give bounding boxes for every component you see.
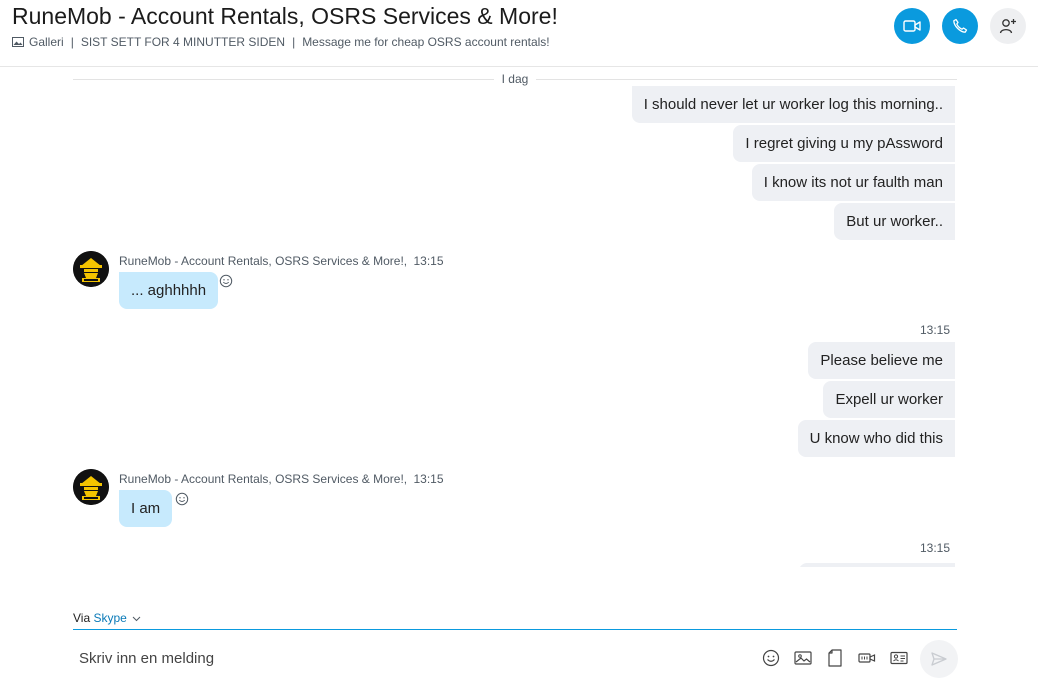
conversation-title[interactable]: RuneMob - Account Rentals, OSRS Services… bbox=[12, 3, 558, 30]
add-person-icon bbox=[999, 19, 1016, 34]
add-reaction-icon[interactable] bbox=[175, 492, 189, 506]
contact-avatar[interactable] bbox=[73, 469, 109, 505]
message-time: 13:15 bbox=[919, 541, 950, 555]
video-camera-icon bbox=[903, 20, 921, 32]
separator: | bbox=[292, 35, 296, 49]
outgoing-message[interactable] bbox=[799, 563, 955, 567]
file-icon bbox=[828, 649, 842, 667]
outgoing-message[interactable]: U know who did this bbox=[797, 420, 955, 457]
video-message-icon bbox=[858, 653, 876, 663]
message-meta: RuneMob - Account Rentals, OSRS Services… bbox=[119, 254, 444, 268]
add-participant-button[interactable] bbox=[990, 8, 1026, 44]
contact-card-icon bbox=[890, 651, 908, 665]
send-contact-button[interactable] bbox=[889, 648, 909, 668]
audio-call-button[interactable] bbox=[942, 8, 978, 44]
message-history[interactable]: I dag I should never let ur worker log t… bbox=[0, 67, 1038, 567]
send-button[interactable] bbox=[920, 640, 958, 678]
separator: | bbox=[70, 35, 74, 49]
composer-divider bbox=[73, 629, 957, 630]
gallery-icon bbox=[12, 37, 24, 47]
outgoing-message[interactable]: I know its not ur faulth man bbox=[751, 164, 955, 201]
outgoing-message[interactable]: I should never let ur worker log this mo… bbox=[631, 86, 955, 123]
runemob-logo-icon bbox=[73, 251, 109, 287]
last-seen-status: SIST SETT FOR 4 MINUTTER SIDEN bbox=[80, 35, 286, 49]
conversation-header: RuneMob - Account Rentals, OSRS Services… bbox=[0, 0, 1038, 67]
gallery-link[interactable]: Galleri bbox=[12, 35, 64, 49]
outgoing-message[interactable]: Expell ur worker bbox=[823, 381, 955, 418]
conversation-subline: Galleri | SIST SETT FOR 4 MINUTTER SIDEN… bbox=[12, 35, 550, 49]
contact-avatar[interactable] bbox=[73, 251, 109, 287]
image-icon bbox=[794, 651, 812, 665]
day-label: I dag bbox=[0, 72, 1030, 86]
runemob-logo-icon bbox=[73, 469, 109, 505]
message-meta: RuneMob - Account Rentals, OSRS Services… bbox=[119, 472, 444, 486]
phone-icon bbox=[953, 18, 968, 33]
incoming-message[interactable]: I am bbox=[119, 490, 173, 527]
incoming-message[interactable]: ... aghhhhh bbox=[119, 272, 219, 309]
send-icon bbox=[931, 652, 947, 666]
smiley-icon bbox=[762, 649, 780, 667]
via-service[interactable]: Skype bbox=[93, 611, 126, 625]
sender-name[interactable]: RuneMob - Account Rentals, OSRS Services… bbox=[119, 254, 407, 268]
send-image-button[interactable] bbox=[793, 648, 813, 668]
video-message-button[interactable] bbox=[857, 648, 877, 668]
message-time: 13:15 bbox=[413, 472, 444, 486]
gallery-label: Galleri bbox=[29, 35, 64, 49]
via-service-selector[interactable]: Via Skype bbox=[73, 611, 141, 625]
message-input[interactable] bbox=[73, 640, 745, 676]
outgoing-message[interactable]: But ur worker.. bbox=[834, 203, 955, 240]
message-time: 13:15 bbox=[413, 254, 444, 268]
outgoing-message[interactable]: I regret giving u my pAssword bbox=[733, 125, 955, 162]
video-call-button[interactable] bbox=[894, 8, 930, 44]
add-reaction-icon[interactable] bbox=[219, 274, 233, 288]
sender-name[interactable]: RuneMob - Account Rentals, OSRS Services… bbox=[119, 472, 407, 486]
mood-message: Message me for cheap OSRS account rental… bbox=[302, 35, 550, 49]
outgoing-message[interactable]: Please believe me bbox=[808, 342, 955, 379]
via-label: Via bbox=[73, 611, 91, 625]
send-file-button[interactable] bbox=[825, 648, 845, 668]
chevron-down-icon bbox=[132, 616, 141, 622]
emoticon-button[interactable] bbox=[761, 648, 781, 668]
message-time: 13:15 bbox=[919, 323, 950, 337]
